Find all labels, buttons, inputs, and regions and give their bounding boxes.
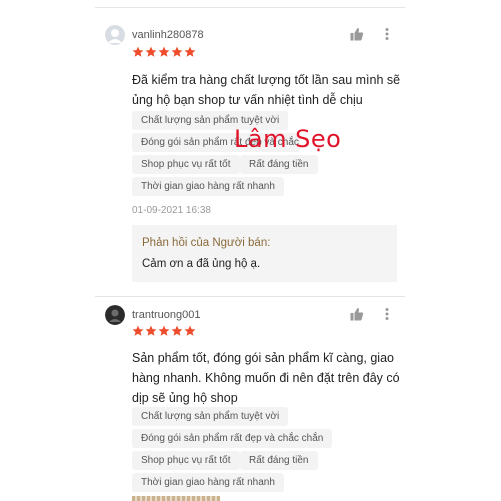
review-date: 01-09-2021 16:38	[132, 205, 211, 216]
review-tag: Đóng gói sản phẩm rất đẹp và chắc chắn	[132, 429, 333, 448]
review-text-line: ủng hộ bạn shop tư vấn nhiệt tình dễ chị…	[132, 93, 363, 107]
review-text-line: hàng nhanh. Không muốn đi nên đặt trên đ…	[132, 371, 400, 385]
seller-reply-text: Cảm ơn a đã ủng hộ ạ.	[142, 258, 261, 270]
star-icon	[184, 46, 196, 57]
star-icon	[132, 46, 144, 57]
star-icon	[184, 325, 196, 336]
star-icon	[171, 325, 183, 336]
avatar[interactable]	[105, 25, 125, 45]
thumbs-up-icon[interactable]	[350, 307, 364, 321]
review-tag: Shop phục vụ rất tốt	[132, 451, 240, 470]
username[interactable]: vanlinh280878	[132, 29, 204, 41]
review-divider	[95, 296, 405, 297]
review-card: vanlinh280878 Đã kiểm tra hàng chất lượn…	[95, 25, 405, 295]
review-tag: Rất đáng tiền	[240, 451, 318, 470]
review-text: Đã kiểm tra hàng chất lượng tốt lần sau …	[132, 70, 402, 110]
thumbs-up-icon[interactable]	[350, 27, 364, 41]
review-tag: Shop phục vụ rất tốt	[132, 155, 240, 174]
review-tag: Thời gian giao hàng rất nhanh	[132, 177, 284, 196]
rating-stars	[132, 325, 196, 337]
more-vertical-icon[interactable]	[380, 307, 394, 321]
username[interactable]: trantruong001	[132, 309, 201, 321]
review-tag: Chất lượng sản phẩm tuyệt vời	[132, 407, 289, 426]
star-icon	[158, 46, 170, 57]
top-divider	[95, 0, 405, 8]
star-icon	[145, 46, 157, 57]
star-icon	[145, 325, 157, 336]
review-tag: Thời gian giao hàng rất nhanh	[132, 473, 284, 492]
seller-reply-title: Phản hồi của Người bán:	[142, 237, 271, 249]
star-icon	[171, 46, 183, 57]
review-text-line: Sản phẩm tốt, đóng gói sản phẩm kĩ càng,…	[132, 351, 394, 365]
more-vertical-icon[interactable]	[380, 27, 394, 41]
review-text-line: Đã kiểm tra hàng chất lượng tốt lần sau …	[132, 73, 401, 87]
avatar[interactable]	[105, 305, 125, 325]
bottom-image-edge	[132, 496, 220, 501]
star-icon	[132, 325, 144, 336]
review-text: Sản phẩm tốt, đóng gói sản phẩm kĩ càng,…	[132, 348, 402, 408]
rating-stars	[132, 46, 196, 58]
watermark-text: Lâm Sẹo	[234, 125, 342, 153]
review-card: trantruong001 Sản phẩm tốt, đóng gói sản…	[95, 305, 405, 501]
star-icon	[158, 325, 170, 336]
review-text-line: dịp sẽ ủng hộ shop	[132, 391, 238, 405]
seller-reply: Phản hồi của Người bán: Cảm ơn a đã ủng …	[132, 225, 397, 282]
review-tag: Rất đáng tiền	[240, 155, 318, 174]
